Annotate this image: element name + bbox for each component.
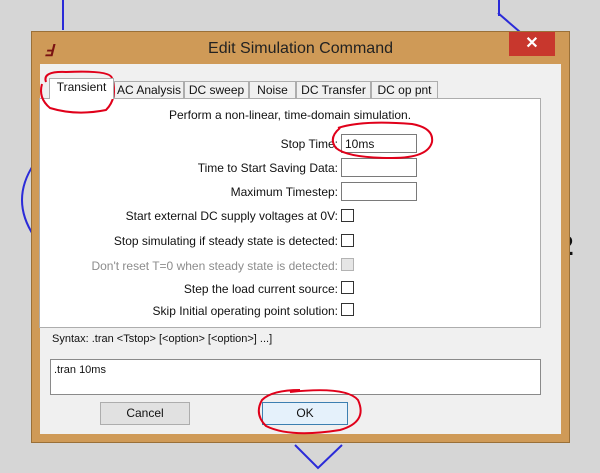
option-checkbox-start-dc-0v[interactable] (341, 209, 354, 222)
option-checkbox-stop-steady-state[interactable] (341, 234, 354, 247)
option-label-start-dc-0v: Start external DC supply voltages at 0V: (125, 209, 338, 223)
schematic-triangle (294, 444, 343, 470)
stop-time-label: Stop Time: (280, 137, 338, 151)
max-timestep-label: Maximum Timestep: (230, 185, 338, 199)
schematic-wire (62, 0, 64, 30)
max-timestep-input[interactable] (341, 182, 417, 201)
tab-dc-op-pnt[interactable]: DC op pnt (371, 81, 438, 98)
tab-ac-analysis[interactable]: AC Analysis (114, 81, 184, 98)
close-button[interactable]: ✕ (509, 32, 555, 56)
start-saving-input[interactable] (341, 158, 417, 177)
start-saving-label: Time to Start Saving Data: (197, 161, 338, 175)
option-label-stop-steady-state: Stop simulating if steady state is detec… (113, 234, 338, 248)
tab-noise[interactable]: Noise (249, 81, 296, 98)
option-checkbox-dont-reset-t0 (341, 258, 354, 271)
option-checkbox-skip-initial-op[interactable] (341, 303, 354, 316)
syntax-text: Syntax: .tran <Tstop> [<option> [<option… (52, 333, 273, 345)
transient-description: Perform a non-linear, time-domain simula… (168, 108, 412, 122)
schematic-wire (498, 0, 500, 16)
option-checkbox-step-load-current[interactable] (341, 281, 354, 294)
tab-transient[interactable]: Transient (49, 78, 114, 99)
title-bar[interactable]: Ⅎ Edit Simulation Command ✕ (32, 32, 569, 64)
option-label-skip-initial-op: Skip Initial operating point solution: (152, 304, 338, 318)
dialog-title: Edit Simulation Command (208, 40, 393, 57)
tab-dc-sweep[interactable]: DC sweep (184, 81, 249, 98)
option-label-step-load-current: Step the load current source: (183, 282, 338, 296)
option-label-dont-reset-t0: Don't reset T=0 when steady state is det… (91, 259, 338, 273)
command-textbox[interactable]: .tran 10ms (50, 359, 541, 395)
close-icon: ✕ (525, 35, 539, 52)
cancel-button[interactable]: Cancel (100, 402, 190, 425)
ok-button[interactable]: OK (262, 402, 348, 425)
tab-dc-transfer[interactable]: DC Transfer (296, 81, 371, 98)
stop-time-input[interactable]: 10ms (341, 134, 417, 153)
